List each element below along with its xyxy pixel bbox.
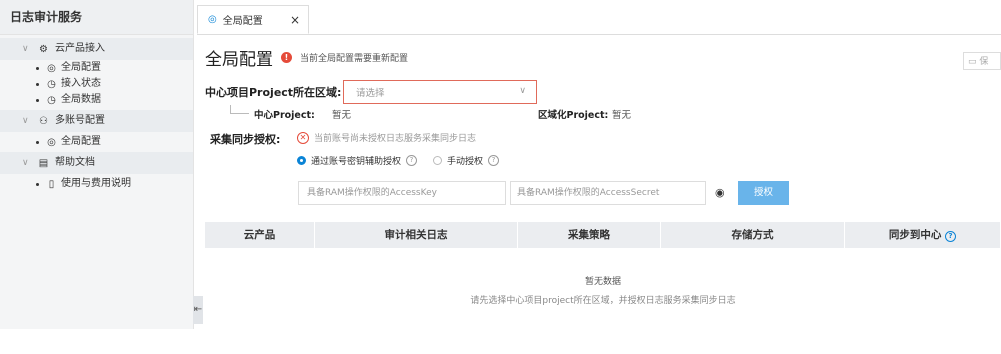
sidebar-item-access-status[interactable]: ◷ 接入状态 — [0, 76, 193, 92]
authorize-button[interactable]: 授权 — [738, 181, 789, 205]
clock-icon: ◷ — [47, 78, 56, 90]
help-icon[interactable]: ? — [406, 155, 418, 166]
target-icon: ◎ — [47, 136, 56, 148]
sidebar-item-label: 全局配置 — [61, 62, 101, 73]
close-icon[interactable]: × — [290, 13, 300, 27]
accounts-icon: ⚇ — [39, 115, 48, 127]
column-header: 存储方式 — [661, 222, 845, 248]
chevron-down-icon: ∨ — [22, 158, 29, 168]
sidebar-group-cloud-products[interactable]: ∨ ⚙ 云产品接入 — [0, 38, 193, 60]
bullet — [36, 98, 39, 102]
sidebar-item-global-data[interactable]: ◷ 全局数据 — [0, 92, 193, 108]
chevron-down-icon: ∨ — [519, 86, 526, 96]
radio-key-auth[interactable] — [297, 156, 306, 165]
sidebar-group-label: 多账号配置 — [55, 115, 105, 126]
document-icon: ▯ — [48, 178, 55, 190]
auth-method-options: 通过账号密钥辅助授权 ? 手动授权 ? — [297, 154, 500, 167]
help-icon[interactable]: ? — [945, 231, 957, 242]
sidebar-group-label: 云产品接入 — [55, 43, 105, 54]
column-header-label: 同步到中心 — [888, 229, 942, 241]
table-header: 云产品 审计相关日志 采集策略 存储方式 同步到中心 ? — [205, 222, 1001, 248]
regional-project-label: 区域化Project: — [538, 110, 609, 121]
target-icon: ◎ — [208, 14, 217, 25]
sidebar-group-help-docs[interactable]: ∨ ▤ 帮助文档 — [0, 152, 193, 174]
save-button[interactable]: ▭ 保 — [963, 52, 1001, 70]
radio-manual-auth-label[interactable]: 手动授权 — [447, 154, 483, 167]
tab-global-config[interactable]: ◎ 全局配置 × — [197, 5, 309, 34]
sync-auth-label: 采集同步授权: — [210, 133, 281, 146]
radio-key-auth-label[interactable]: 通过账号密钥辅助授权 — [311, 154, 401, 167]
region-select-placeholder: 请选择 — [356, 88, 385, 99]
tree-connector — [230, 105, 249, 114]
chevron-down-icon: ∨ — [22, 116, 29, 126]
column-header: 采集策略 — [518, 222, 661, 248]
sidebar-item-usage-fees[interactable]: ▯ 使用与费用说明 — [0, 174, 193, 194]
book-icon: ▤ — [38, 157, 49, 169]
sidebar-item-label: 全局配置 — [61, 136, 101, 147]
center-project-label: 中心Project: — [254, 110, 315, 121]
auth-status-text: 当前账号尚未授权日志服务采集同步日志 — [314, 134, 477, 144]
sidebar-group-multi-account[interactable]: ∨ ⚇ 多账号配置 — [0, 110, 193, 132]
tab-bar: ◎ 全局配置 × — [197, 0, 1001, 35]
page-header: 全局配置 ! 当前全局配置需要重新配置 — [205, 45, 408, 70]
log-table: 云产品 审计相关日志 采集策略 存储方式 同步到中心 ? 暂无数据 请先选择中心… — [205, 222, 1001, 354]
sidebar-title: 日志审计服务 — [0, 0, 193, 35]
chevron-down-icon: ∨ — [22, 44, 29, 54]
access-secret-input[interactable]: 具备RAM操作权限的AccessSecret — [510, 181, 706, 205]
sidebar-collapse-handle[interactable]: ⇤ — [193, 296, 203, 324]
access-key-input[interactable]: 具备RAM操作权限的AccessKey — [298, 181, 506, 205]
bullet — [36, 140, 39, 144]
sidebar-group-label: 帮助文档 — [55, 157, 95, 168]
warning-text: 当前全局配置需要重新配置 — [300, 54, 409, 64]
sidebar-item-label: 接入状态 — [61, 78, 101, 89]
region-label: 中心项目Project所在区域: — [205, 86, 342, 99]
warning-icon: ! — [281, 52, 292, 63]
bullet — [36, 82, 39, 86]
region-select[interactable]: 请选择 ∨ — [343, 80, 537, 104]
column-header: 云产品 — [205, 222, 315, 248]
regional-project-value: 暂无 — [612, 110, 632, 121]
sidebar-item-label: 使用与费用说明 — [61, 178, 131, 189]
auth-status: ✕ 当前账号尚未授权日志服务采集同步日志 — [297, 131, 476, 144]
column-header-sync: 同步到中心 ? — [845, 222, 1001, 248]
clock-icon: ◷ — [47, 94, 56, 106]
sidebar: 日志审计服务 ∨ ⚙ 云产品接入 ◎ 全局配置 ◷ 接入状态 ◷ 全局数据 ∨ … — [0, 0, 194, 329]
tab-label: 全局配置 — [222, 16, 263, 27]
sidebar-item-label: 全局数据 — [61, 94, 101, 105]
column-header: 审计相关日志 — [315, 222, 518, 248]
empty-description: 请先选择中心项目project所在区域，并授权日志服务采集同步日志 — [470, 296, 736, 306]
sidebar-item-global-config-2[interactable]: ◎ 全局配置 — [0, 132, 193, 152]
bullet — [36, 182, 39, 186]
radio-manual-auth[interactable] — [433, 156, 443, 165]
gear-icon: ⚙ — [39, 43, 48, 55]
empty-title: 暂无数据 — [584, 277, 621, 287]
help-icon[interactable]: ? — [488, 155, 500, 166]
target-icon: ◎ — [47, 62, 56, 74]
center-project-value: 暂无 — [332, 110, 352, 121]
sidebar-item-global-config[interactable]: ◎ 全局配置 — [0, 60, 193, 76]
bullet — [36, 66, 39, 70]
save-button-label: 保 — [979, 57, 989, 67]
error-icon: ✕ — [297, 131, 309, 144]
page-title: 全局配置 — [205, 50, 273, 70]
eye-icon[interactable]: ◉ — [715, 187, 727, 199]
table-empty-state: 暂无数据 请先选择中心项目project所在区域，并授权日志服务采集同步日志 — [205, 274, 1001, 354]
